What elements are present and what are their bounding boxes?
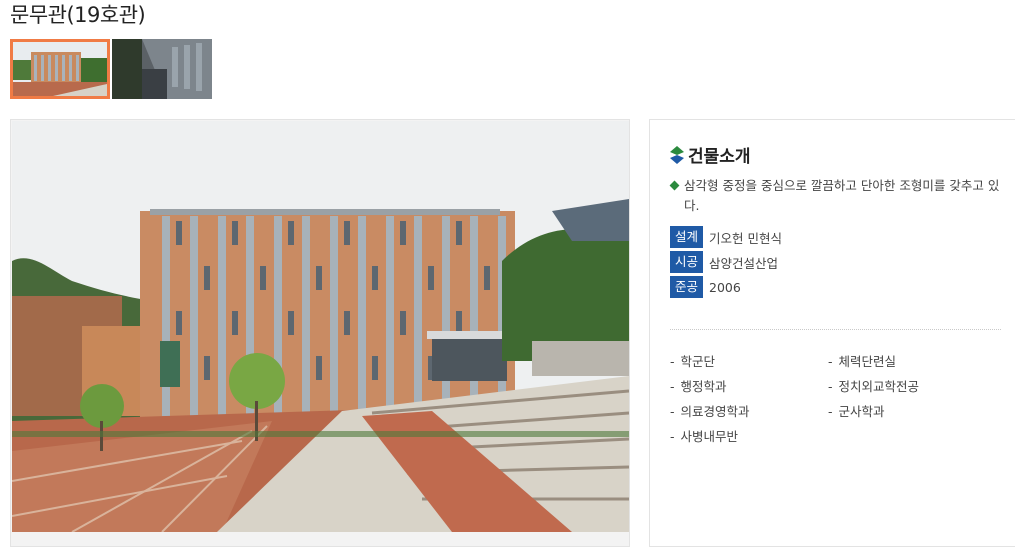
thumbnail-strip: [10, 39, 212, 99]
fact-value: 2006: [709, 279, 741, 295]
list-item: - 행정학과: [670, 379, 727, 394]
main-photo-frame: [10, 119, 630, 547]
bullet-icon: [669, 180, 680, 191]
info-title: 건물소개: [670, 142, 751, 167]
list-item: - 군사학과: [828, 404, 885, 419]
fact-row-completion: 준공 2006: [670, 276, 782, 298]
building-info-panel: 건물소개 삼각형 중정을 중심으로 깔끔하고 단아한 조형미를 갖추고 있다. …: [649, 119, 1015, 547]
list-item: - 정치외교학전공: [828, 379, 920, 394]
description-text: 삼각형 중정을 중심으로 깔끔하고 단아한 조형미를 갖추고 있다.: [684, 178, 1000, 213]
department-list: - 학군단 - 체력단련실 - 행정학과 - 정치외교학전공 - 의료경영학과 - 군사학과…: [670, 352, 1010, 447]
thumbnail-2[interactable]: [112, 39, 212, 99]
list-item: - 체력단련실: [828, 354, 897, 369]
diamond-icon: [670, 145, 684, 164]
thumbnail-1[interactable]: [10, 39, 110, 99]
list-item: - 의료경영학과: [670, 404, 750, 419]
fact-label: 시공: [670, 251, 703, 273]
info-title-text: 건물소개: [688, 147, 751, 167]
building-facts: 설계 기오헌 민현식 시공 삼양건설산업 준공 2006: [670, 226, 782, 301]
page-title: 문무관(19호관): [10, 3, 146, 27]
fact-row-design: 설계 기오헌 민현식: [670, 226, 782, 248]
building-description: 삼각형 중정을 중심으로 깔끔하고 단아한 조형미를 갖추고 있다.: [669, 176, 1005, 216]
fact-value: 삼양건설산업: [709, 255, 779, 271]
list-item: - 학군단: [670, 354, 716, 369]
list-item: - 사병내무반: [670, 429, 739, 444]
divider: [670, 329, 1001, 330]
fact-row-construction: 시공 삼양건설산업: [670, 251, 782, 273]
fact-label: 준공: [670, 276, 703, 298]
fact-label: 설계: [670, 226, 703, 248]
building-photo: [12, 121, 629, 532]
fact-value: 기오헌 민현식: [709, 230, 782, 246]
